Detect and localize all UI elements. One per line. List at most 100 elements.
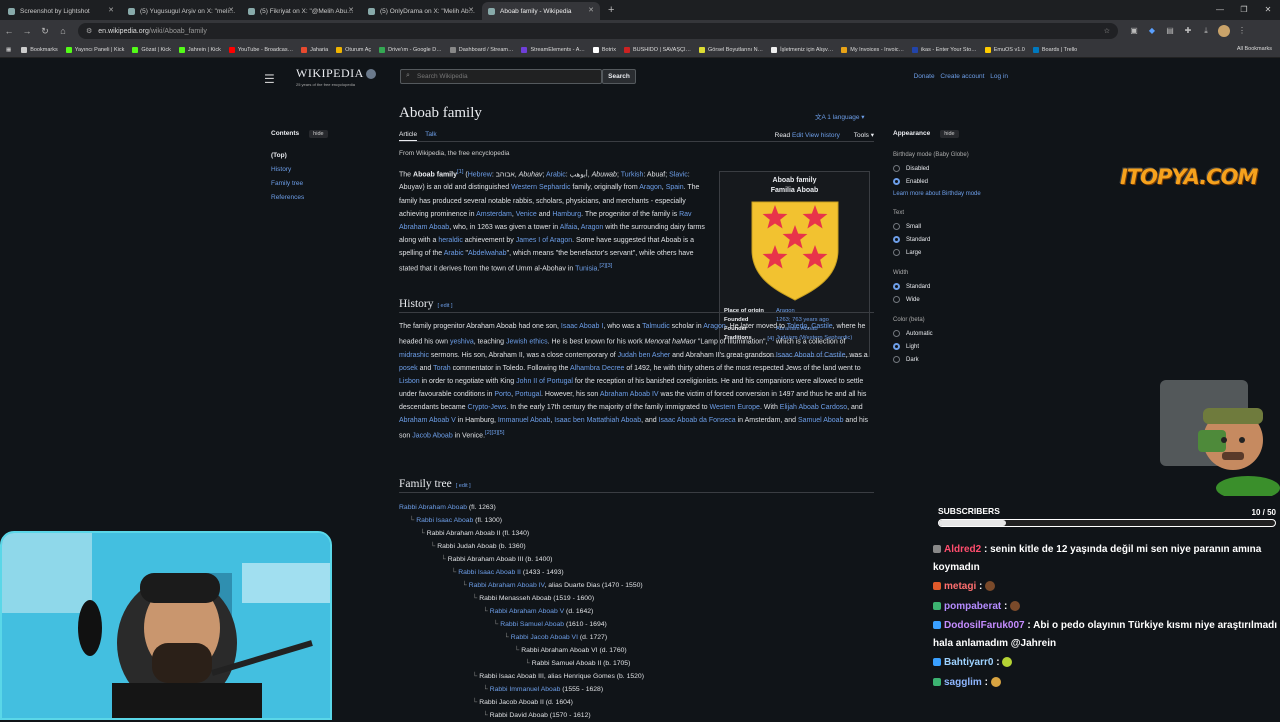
toc-item[interactable]: References bbox=[271, 194, 328, 201]
browser-tab[interactable]: (5) Yugusugul Arşiv on X: "meli… ✕ bbox=[122, 2, 240, 20]
chat-username[interactable]: Bahtiyarr0 bbox=[944, 657, 993, 668]
chat-username[interactable]: sagglim bbox=[944, 677, 982, 688]
tab-close-icon[interactable]: ✕ bbox=[228, 6, 234, 14]
radio-button[interactable] bbox=[893, 356, 900, 363]
bookmark-item[interactable]: YouTube - Broadcas… bbox=[228, 46, 293, 53]
log-in-link[interactable]: Log in bbox=[990, 73, 1008, 80]
bookmark-item[interactable]: Botrix bbox=[592, 46, 616, 53]
toc-item[interactable]: History bbox=[271, 166, 328, 173]
tab-close-icon[interactable]: ✕ bbox=[588, 6, 594, 14]
wikipedia-logo[interactable]: WIKIPEDIA 25 years of the free encyclope… bbox=[296, 66, 376, 87]
bookmark-item[interactable]: Jaharia bbox=[301, 46, 328, 53]
family-tree-edit-link[interactable]: [ edit ] bbox=[456, 483, 471, 489]
bookmark-item[interactable]: Drive'ım - Google D… bbox=[379, 46, 442, 53]
reload-icon[interactable]: ↻ bbox=[36, 26, 54, 37]
back-icon[interactable]: ← bbox=[0, 26, 18, 36]
radio-button[interactable] bbox=[893, 178, 900, 185]
toc-hide-button[interactable]: hide bbox=[309, 130, 328, 138]
family-member-name[interactable]: Rabbi Abraham Aboab bbox=[399, 504, 467, 511]
extension-icon[interactable]: ▣ bbox=[1128, 25, 1140, 37]
download-icon[interactable]: ⤓ bbox=[1200, 25, 1212, 37]
bookmark-item[interactable]: BUSHIDO | SAVAŞÇI… bbox=[623, 46, 691, 53]
tab-close-icon[interactable]: ✕ bbox=[468, 6, 474, 14]
tab-view-history[interactable]: View history bbox=[805, 132, 840, 139]
radio-button[interactable] bbox=[893, 283, 900, 290]
home-icon[interactable]: ⌂ bbox=[54, 26, 72, 36]
tools-menu[interactable]: Tools ▾ bbox=[848, 132, 874, 139]
bookmark-item[interactable]: EmuOS v1.0 bbox=[984, 46, 1025, 53]
family-member-name[interactable]: Rabbi Jacob Aboab VI bbox=[511, 634, 578, 641]
text-size-option[interactable]: Standard bbox=[893, 236, 1023, 243]
extension-icon[interactable]: ▤ bbox=[1164, 25, 1176, 37]
browser-tab[interactable]: (5) OnlyDrama on X: "Melih Ab… ✕ bbox=[362, 2, 480, 20]
profile-avatar[interactable] bbox=[1218, 25, 1230, 37]
donate-link[interactable]: Donate bbox=[914, 73, 935, 80]
chat-username[interactable]: metagi bbox=[944, 581, 976, 592]
tab-close-icon[interactable]: ✕ bbox=[348, 6, 354, 14]
chat-username[interactable]: Aldred2 bbox=[944, 544, 981, 555]
text-size-option[interactable]: Small bbox=[893, 223, 1023, 230]
search-button[interactable]: Search bbox=[602, 69, 636, 84]
browser-tab[interactable]: (5) Fikriyat on X: "@Melih Abu… ✕ bbox=[242, 2, 360, 20]
toc-item[interactable]: (Top) bbox=[271, 152, 328, 159]
site-info-icon[interactable]: ⚙ bbox=[86, 27, 92, 35]
radio-button[interactable] bbox=[893, 249, 900, 256]
color-option[interactable]: Automatic bbox=[893, 330, 1023, 337]
family-member-name[interactable]: Rabbi Isaac Aboab bbox=[416, 517, 473, 524]
close-window-icon[interactable]: ✕ bbox=[1256, 0, 1280, 20]
width-option[interactable]: Wide bbox=[893, 296, 1023, 303]
bookmark-item[interactable]: ikas - Enter Your Sto… bbox=[912, 46, 977, 53]
radio-button[interactable] bbox=[893, 330, 900, 337]
tab-talk[interactable]: Talk bbox=[425, 131, 437, 138]
appearance-hide-button[interactable]: hide bbox=[940, 130, 959, 138]
bookmark-item[interactable]: İşletmeniz için Alışv… bbox=[771, 46, 833, 53]
all-bookmarks[interactable]: All Bookmarks bbox=[1237, 46, 1272, 52]
bookmark-item[interactable]: Jahrein | Kick bbox=[178, 46, 221, 53]
minimize-icon[interactable]: — bbox=[1208, 0, 1232, 20]
radio-button[interactable] bbox=[893, 165, 900, 172]
menu-kebab-icon[interactable]: ⋮ bbox=[1236, 25, 1248, 37]
family-member-name[interactable]: Rabbi Abraham Aboab IV bbox=[469, 582, 545, 589]
birthday-mode-option[interactable]: Disabled bbox=[893, 165, 1023, 172]
learn-more-birthday-link[interactable]: Learn more about Birthday mode bbox=[893, 191, 1023, 197]
bookmark-item[interactable]: Gözat | Kick bbox=[132, 46, 171, 53]
birthday-mode-option[interactable]: Enabled bbox=[893, 178, 1023, 185]
forward-icon[interactable]: → bbox=[18, 26, 36, 36]
browser-tab[interactable]: Aboab family - Wikipedia ✕ bbox=[482, 2, 600, 20]
chat-username[interactable]: DodosilFaruk007 bbox=[944, 620, 1025, 631]
language-button[interactable]: 文A 1 language ▾ bbox=[815, 111, 865, 121]
history-edit-link[interactable]: [ edit ] bbox=[438, 303, 453, 309]
radio-button[interactable] bbox=[893, 223, 900, 230]
maximize-icon[interactable]: ❐ bbox=[1232, 0, 1256, 20]
family-member-name[interactable]: Rabbi Immanuel Aboab bbox=[490, 686, 561, 693]
create-account-link[interactable]: Create account bbox=[940, 73, 984, 80]
bookmark-item[interactable]: Bookmarks bbox=[21, 46, 58, 53]
tab-read[interactable]: Read bbox=[775, 132, 791, 139]
main-menu-icon[interactable]: ☰ bbox=[264, 72, 275, 86]
search-input[interactable]: ⌕ Search Wikipedia bbox=[400, 69, 602, 84]
radio-button[interactable] bbox=[893, 343, 900, 350]
apps-grid-icon[interactable]: ▦ bbox=[6, 47, 11, 53]
bookmark-item[interactable]: Oturum Aç bbox=[336, 46, 371, 53]
toc-item[interactable]: Family tree bbox=[271, 180, 328, 187]
family-member-name[interactable]: Rabbi Samuel Aboab bbox=[500, 621, 564, 628]
family-member-name[interactable]: Rabbi Isaac Aboab II bbox=[458, 569, 521, 576]
radio-button[interactable] bbox=[893, 296, 900, 303]
bookmark-star-icon[interactable]: ☆ bbox=[1104, 27, 1110, 35]
bookmark-item[interactable]: Boards | Trello bbox=[1032, 46, 1077, 53]
coat-of-arms-image[interactable] bbox=[750, 200, 840, 302]
bookmark-item[interactable]: Dashboard / Stream… bbox=[449, 46, 513, 53]
new-tab-button[interactable]: + bbox=[608, 4, 614, 16]
bookmark-item[interactable]: My Invoices - Invoic… bbox=[841, 46, 904, 53]
browser-tab[interactable]: Screenshot by Lightshot ✕ bbox=[2, 2, 120, 20]
width-option[interactable]: Standard bbox=[893, 283, 1023, 290]
extensions-puzzle-icon[interactable]: ✚ bbox=[1182, 25, 1194, 37]
extension-icon[interactable]: ◆ bbox=[1146, 25, 1158, 37]
chat-username[interactable]: pompaberat bbox=[944, 601, 1001, 612]
url-input[interactable]: ⚙ en.wikipedia.org/wiki/Aboab_family ☆ bbox=[78, 23, 1118, 39]
bookmark-item[interactable]: Görsel Boyutlarını N… bbox=[699, 46, 763, 53]
color-option[interactable]: Light bbox=[893, 343, 1023, 350]
color-option[interactable]: Dark bbox=[893, 356, 1023, 363]
bookmark-item[interactable]: Yayıncı Paneli | Kick bbox=[65, 46, 124, 53]
radio-button[interactable] bbox=[893, 236, 900, 243]
